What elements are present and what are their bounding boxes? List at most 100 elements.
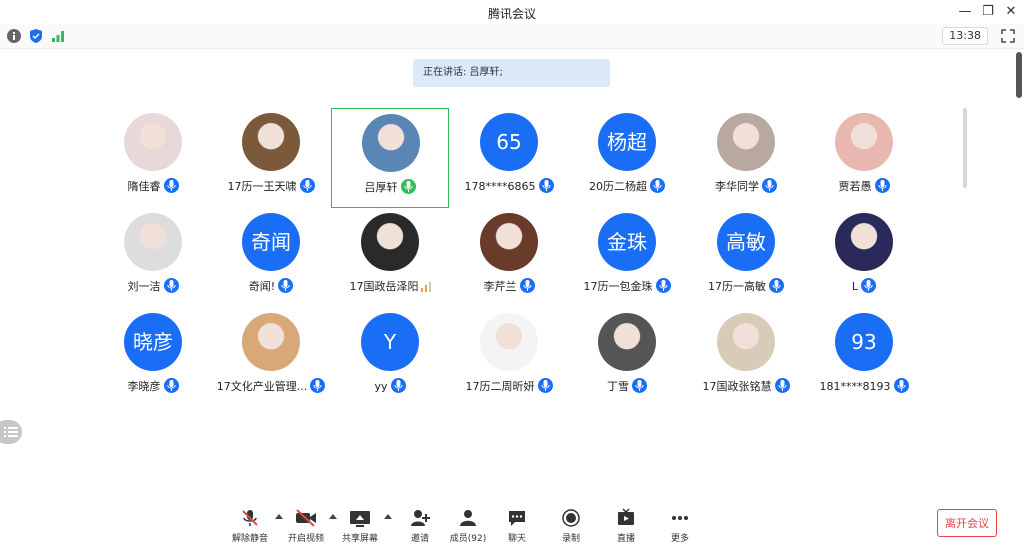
avatar — [717, 113, 775, 171]
side-panel-toggle[interactable] — [0, 420, 22, 444]
speaking-banner: 正在讲话: 吕厚轩; — [413, 59, 610, 87]
participant-name-row: 17历一高敏 — [687, 278, 805, 294]
participant-tile[interactable]: 李华同学 — [687, 108, 805, 208]
mic-icon — [774, 378, 790, 393]
participant-tile[interactable]: 奇闻 奇闻! — [212, 208, 330, 308]
avatar — [242, 313, 300, 371]
participant-name: 178****6865 — [464, 180, 536, 193]
mic-icon — [163, 178, 179, 193]
participant-tile[interactable]: 晓彦 李晓彦 — [94, 308, 212, 408]
members-icon — [460, 510, 476, 526]
participant-tile[interactable]: 贾若愚 — [805, 108, 923, 208]
participant-name-row: 刘一洁 — [94, 278, 212, 294]
participant-tile[interactable]: 17历一王天啸 — [212, 108, 330, 208]
participant-name: 17历二周昕妍 — [465, 380, 535, 393]
minimize-button[interactable]: — — [955, 3, 975, 21]
participant-tile[interactable]: Yyy — [331, 308, 449, 408]
avatar — [124, 113, 182, 171]
close-button[interactable]: ✕ — [1001, 3, 1021, 21]
mic-icon — [861, 278, 877, 293]
chat-button[interactable]: 聊天 — [487, 508, 547, 544]
mic-icon — [762, 178, 777, 193]
live-stream-icon — [618, 508, 634, 525]
meeting-clock: 13:38 — [942, 27, 988, 45]
mic-icon — [538, 178, 554, 193]
info-icon[interactable] — [6, 28, 22, 44]
avatar — [124, 213, 182, 271]
more-button[interactable]: 更多 — [650, 508, 710, 544]
share-screen-button[interactable]: 共享屏幕 — [330, 508, 390, 544]
participant-name: 奇闻! — [248, 280, 276, 293]
fullscreen-icon[interactable] — [1000, 28, 1016, 44]
participant-name-row: 20历二杨超 — [568, 178, 686, 194]
participant-tile[interactable]: 17文化产业管理... — [212, 308, 330, 408]
title-bar: 腾讯会议 — ❐ ✕ — [0, 0, 1024, 24]
participant-tile[interactable]: 吕厚轩 — [331, 108, 449, 208]
mic-icon — [655, 278, 671, 293]
participant-name: 17历一高敏 — [708, 280, 766, 293]
mic-icon — [299, 178, 315, 193]
restore-button[interactable]: ❐ — [978, 3, 998, 21]
participant-tile[interactable]: 杨超 20历二杨超 — [568, 108, 686, 208]
avatar — [835, 113, 893, 171]
bottom-control-bar: 解除静音 开启视频 共享屏幕 邀请 成员(92) 聊天 录制 直播 更多 — [0, 500, 1024, 546]
window-title: 腾讯会议 — [487, 7, 536, 21]
avatar: 金珠 — [598, 213, 656, 271]
volume-level-icon — [420, 282, 431, 292]
participant-tile[interactable]: L — [805, 208, 923, 308]
avatar: Y — [361, 313, 419, 371]
participant-name-row: 17历一包金珠 — [568, 278, 686, 294]
grid-scrollbar[interactable] — [963, 108, 967, 188]
window-scrollbar[interactable] — [1016, 52, 1022, 98]
participant-name-row: 17文化产业管理... — [212, 378, 330, 394]
participant-tile[interactable]: 17国政张铭慧 — [687, 308, 805, 408]
list-icon — [4, 427, 18, 437]
participant-tile[interactable]: 金珠 17历一包金珠 — [568, 208, 686, 308]
participant-tile[interactable]: 93 181****8193 — [805, 308, 923, 408]
participant-name: 李芹兰 — [483, 280, 517, 293]
mic-icon — [769, 278, 784, 293]
participant-name: 吕厚轩 — [364, 181, 398, 194]
mic-icon — [650, 178, 665, 193]
record-button[interactable]: 录制 — [541, 508, 601, 544]
security-shield-icon[interactable] — [28, 28, 44, 44]
mic-muted-icon — [242, 510, 258, 526]
participant-name: 20历二杨超 — [589, 180, 647, 193]
participant-tile[interactable]: 李芹兰 — [450, 208, 568, 308]
mic-icon — [163, 378, 179, 393]
mic-icon — [632, 378, 647, 393]
meeting-toolbar: 13:38 — [0, 24, 1024, 49]
share-screen-icon — [350, 511, 370, 527]
add-person-icon — [411, 510, 430, 526]
participant-name: L — [851, 280, 859, 293]
avatar: 93 — [835, 313, 893, 371]
participant-name: 17文化产业管理... — [216, 380, 308, 393]
avatar: 高敏 — [717, 213, 775, 271]
participant-name-row: 隋佳睿 — [94, 178, 212, 194]
speaking-text: 正在讲话: 吕厚轩; — [423, 67, 503, 78]
start-video-button[interactable]: 开启视频 — [276, 508, 336, 544]
participant-tile[interactable]: 17历二周昕妍 — [450, 308, 568, 408]
live-button[interactable]: 直播 — [596, 508, 656, 544]
participant-name-row: 李芹兰 — [450, 278, 568, 294]
participant-tile[interactable]: 刘一洁 — [94, 208, 212, 308]
invite-label: 邀请 — [410, 534, 429, 544]
participant-name: 17国政岳泽阳 — [349, 280, 419, 293]
video-off-icon — [296, 509, 316, 527]
participant-tile[interactable]: 高敏 17历一高敏 — [687, 208, 805, 308]
participant-tile[interactable]: 隋佳睿 — [94, 108, 212, 208]
participant-tile[interactable]: 65 178****6865 — [450, 108, 568, 208]
live-label: 直播 — [616, 534, 635, 544]
members-label: 成员(92) — [449, 534, 487, 544]
participant-tile[interactable]: 17国政岳泽阳 — [331, 208, 449, 308]
mic-icon — [390, 378, 406, 393]
participant-name: 贾若愚 — [838, 180, 872, 193]
participant-tile[interactable]: 丁雪 — [568, 308, 686, 408]
share-screen-label: 共享屏幕 — [341, 534, 378, 544]
signal-icon[interactable] — [50, 28, 66, 44]
unmute-button[interactable]: 解除静音 — [220, 508, 280, 544]
mic-icon — [310, 378, 326, 393]
participant-name-row: 17历二周昕妍 — [450, 378, 568, 394]
mic-icon — [400, 179, 416, 194]
leave-meeting-button[interactable]: 离开会议 — [937, 509, 997, 537]
